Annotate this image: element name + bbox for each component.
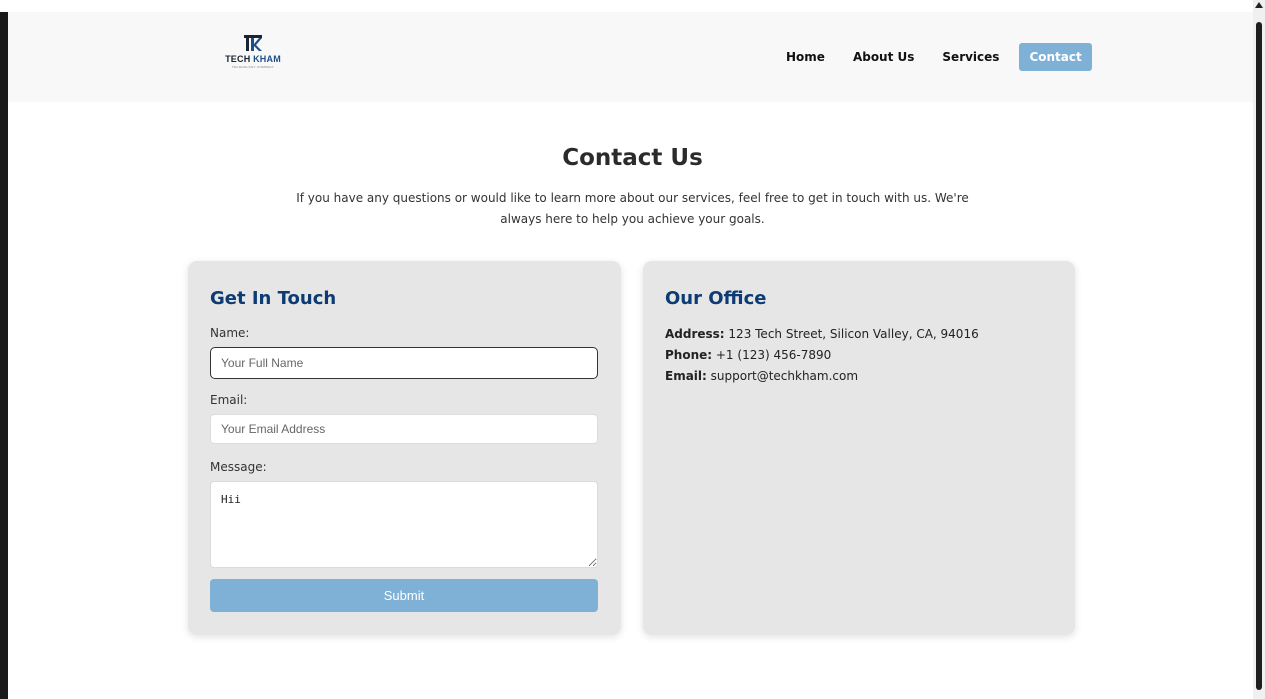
nav-home[interactable]: Home [778,43,833,71]
navbar: TECH KHAM TECHNOLOGY COMPANY Home About … [8,12,1253,102]
office-heading: Our Office [665,288,767,309]
form-heading: Get In Touch [210,288,337,309]
brand-logo[interactable]: TECH KHAM TECHNOLOGY COMPANY [218,34,288,78]
office-card: Our Office Address: 123 Tech Street, Sil… [643,261,1075,635]
scrollbar-thumb[interactable] [1256,22,1262,690]
office-phone: Phone: +1 (123) 456-7890 [665,347,831,363]
window-left-edge [0,12,8,699]
address-value: 123 Tech Street, Silicon Valley, CA, 940… [724,327,979,341]
scroll-up-arrow-icon[interactable] [1255,2,1263,8]
page-intro: If you have any questions or would like … [296,191,969,226]
tk-logo-icon [244,35,262,51]
brand-name-part1: TECH [225,54,254,64]
nav-contact[interactable]: Contact [1019,43,1092,71]
brand-tagline: TECHNOLOGY COMPANY [231,65,275,69]
brand-name-part2: KHAM [253,54,281,64]
email-label: Email: [210,393,248,407]
office-email-value: support@techkham.com [706,369,859,383]
address-label: Address: [665,327,725,341]
message-label: Message: [210,460,267,474]
office-email: Email: support@techkham.com [665,368,858,384]
email-input[interactable] [210,414,598,444]
browser-viewport: TECH KHAM TECHNOLOGY COMPANY Home About … [0,0,1265,699]
name-input[interactable] [210,347,598,379]
page-title: Contact Us [562,145,703,171]
name-label: Name: [210,326,250,340]
nav-services[interactable]: Services [934,43,1007,71]
phone-value: +1 (123) 456-7890 [712,348,832,362]
message-textarea[interactable]: Hii [210,481,598,568]
top-strip [0,0,1265,12]
office-address: Address: 123 Tech Street, Silicon Valley… [665,326,979,342]
contact-form-card: Get In Touch Name: Email: Message: Hii S… [188,261,621,635]
main-nav: Home About Us Services Contact [778,43,1092,71]
vertical-scrollbar[interactable] [1253,0,1265,699]
office-email-label: Email: [665,369,707,383]
nav-about-us[interactable]: About Us [845,43,922,71]
phone-label: Phone: [665,348,713,362]
brand-name: TECH KHAM [218,54,288,65]
submit-button[interactable]: Submit [210,579,598,612]
